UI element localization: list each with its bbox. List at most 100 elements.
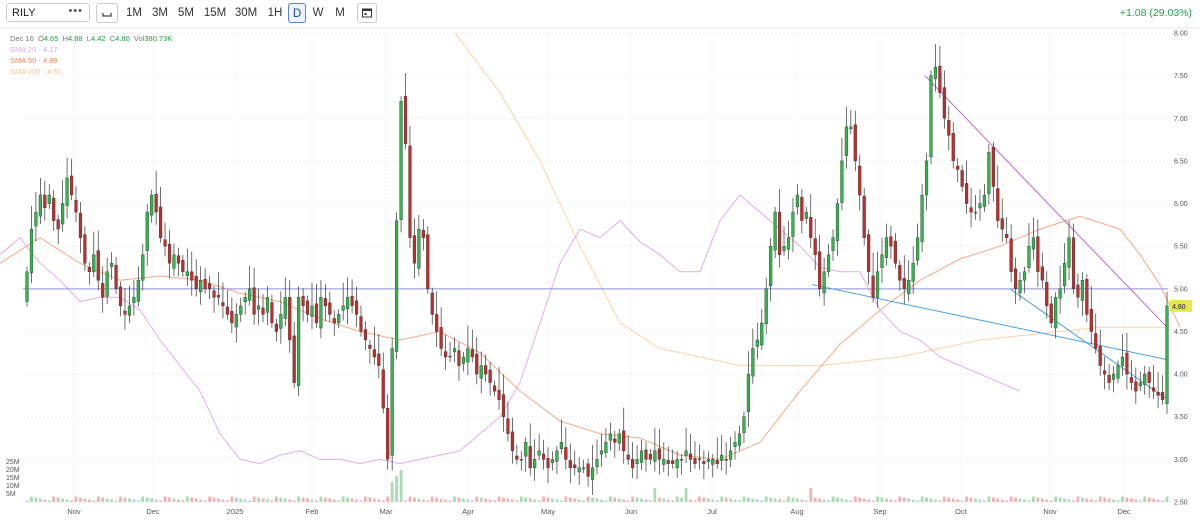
y-axis-label: 5.00: [1174, 286, 1188, 293]
volume-bar: [760, 500, 764, 502]
candle-body: [475, 353, 479, 375]
chart-legend: Dec 16 O4.65 H4.88 L4.42 C4.80 Vol380.73…: [10, 33, 172, 77]
volume-bar: [898, 496, 902, 502]
volume-bar: [1036, 497, 1040, 502]
candle-body: [795, 194, 799, 208]
volume-bar: [809, 488, 813, 502]
candle-body: [1022, 271, 1027, 281]
volume-bar: [266, 499, 269, 502]
candle-body: [533, 459, 537, 469]
candle-body: [867, 234, 871, 272]
volume-bar: [916, 500, 920, 502]
volume-bar: [230, 496, 234, 502]
volume-bar: [920, 496, 924, 502]
legend-high: 4.88: [67, 34, 83, 43]
candle-body: [359, 316, 363, 332]
volume-bar: [1161, 500, 1164, 502]
volume-bar: [502, 497, 505, 502]
candle-body: [831, 237, 835, 251]
candle-body: [203, 279, 207, 290]
candle-body: [1031, 237, 1035, 250]
candle-body: [207, 283, 212, 290]
volume-bar: [181, 500, 185, 502]
candle-body: [742, 416, 746, 433]
volume-bar: [804, 500, 808, 502]
candle-body: [840, 160, 844, 203]
candle-body: [337, 314, 341, 324]
candle-body: [452, 348, 457, 353]
candle-body: [809, 216, 813, 238]
volume-bar: [479, 497, 483, 502]
candle-body: [822, 271, 826, 294]
candle-body: [786, 237, 791, 250]
volume-bar: [145, 497, 149, 502]
candle-body: [653, 450, 657, 462]
candle-body: [942, 87, 946, 119]
volume-axis-label: 5M: [6, 491, 16, 498]
volume-bar: [199, 499, 203, 502]
volume-bar: [666, 499, 670, 502]
trendlines: [23, 75, 1168, 399]
candle-body: [310, 305, 314, 317]
candle-body: [684, 450, 688, 456]
volume-axis-label: 15M: [6, 475, 20, 482]
volume-bar: [177, 499, 180, 502]
candle-body: [1045, 282, 1049, 307]
volume-bar: [350, 498, 354, 502]
volume-bar: [1027, 500, 1031, 502]
candle-body: [582, 467, 586, 470]
candle-body: [83, 234, 87, 264]
volume-bar: [711, 499, 715, 502]
volume-bar: [595, 498, 599, 502]
candle-body: [181, 259, 185, 272]
volume-bar: [92, 500, 96, 502]
volume-bar: [1121, 496, 1124, 502]
candle-body: [1094, 333, 1098, 349]
candle-body: [141, 254, 145, 281]
volume-bar: [279, 497, 283, 502]
volume-bar: [555, 499, 559, 502]
candle-body: [101, 283, 105, 298]
volume-bar: [720, 496, 724, 502]
volume-bar: [243, 499, 247, 502]
candle-body: [1138, 382, 1142, 387]
volume-bar: [484, 498, 488, 502]
volume-bar: [907, 498, 911, 502]
candle-body: [390, 348, 394, 456]
volume-bar: [430, 496, 434, 502]
candles: [25, 44, 1169, 495]
candle-body: [1103, 370, 1107, 375]
volume-bar: [965, 496, 968, 502]
candle-body: [577, 467, 581, 473]
candle-body: [194, 275, 198, 290]
candle-body: [1085, 279, 1089, 315]
candle-body: [550, 459, 555, 463]
candle-body: [804, 211, 808, 219]
candle-body: [1009, 238, 1013, 272]
candle-body: [729, 450, 733, 460]
volume-bar: [546, 497, 550, 502]
volume-bar: [902, 497, 906, 502]
candle-body: [818, 251, 822, 290]
candle-body: [773, 211, 777, 251]
candle-body: [671, 460, 675, 464]
candle-body: [991, 147, 995, 187]
volume-bar: [1058, 497, 1062, 502]
volume-bar: [364, 496, 367, 502]
candle-body: [898, 265, 902, 281]
candle-body: [1160, 392, 1165, 400]
volume-bar: [1143, 496, 1147, 502]
candle-body: [270, 302, 274, 324]
volume-bar: [315, 500, 318, 502]
volume-bar: [675, 496, 679, 502]
volume-bar: [617, 498, 621, 502]
volume-bar: [43, 499, 47, 502]
volume-axis-label: 20M: [6, 467, 20, 474]
volume-bar: [559, 500, 563, 502]
volume-bar: [568, 497, 572, 502]
candle-body: [595, 459, 599, 468]
price-chart[interactable]: 8.00 7.50 7.00 6.50 6.00 5.50 5.00 4.50 4.00 3.50…: [0, 0, 1200, 522]
y-axis-label: 2.50: [1174, 500, 1188, 507]
candle-body: [835, 203, 840, 241]
candle-body: [399, 101, 403, 220]
